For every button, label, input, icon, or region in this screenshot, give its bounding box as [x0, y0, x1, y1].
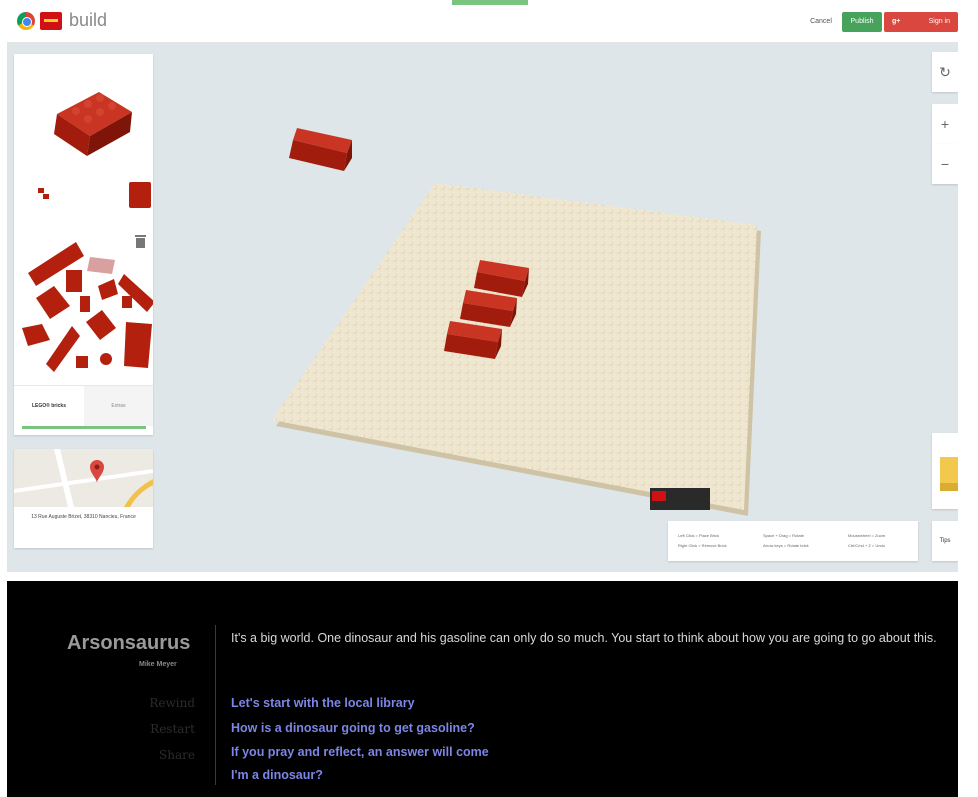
color-swatch[interactable]: [129, 182, 151, 208]
brick-shape[interactable]: [100, 353, 112, 365]
text-adventure: Arsonsaurus Mike Meyer Rewind Restart Sh…: [7, 581, 958, 797]
brick-shape[interactable]: [46, 326, 80, 372]
palette-tabs: LEGO® bricks Extras: [14, 385, 153, 426]
choice-link[interactable]: I'm a dinosaur?: [231, 768, 323, 782]
divider: [215, 625, 216, 785]
brick-shape[interactable]: [80, 296, 90, 312]
brick-palette: LEGO® bricks Extras: [14, 54, 153, 435]
choice-link[interactable]: How is a dinosaur going to get gasoline?: [231, 721, 475, 735]
preview-brick-icon: [940, 457, 958, 491]
palette-bricks: [22, 92, 153, 372]
app-title: build: [69, 10, 108, 30]
rewind-link[interactable]: Rewind: [149, 696, 195, 710]
baseplate[interactable]: [272, 183, 761, 516]
story-author: Mike Meyer: [139, 661, 177, 668]
zoom-in-button[interactable]: +: [932, 104, 958, 144]
help-text: Arrow keys = Rotate brick: [763, 543, 809, 548]
help-text: Right Click = Remove Brick: [678, 543, 727, 548]
share-link[interactable]: Share: [159, 748, 195, 762]
zoom-out-button[interactable]: −: [932, 144, 958, 184]
top-bar: build Cancel Publish g+ Sign in: [7, 0, 958, 43]
help-text: Space + Drag = Rotate: [763, 533, 804, 538]
choice-link[interactable]: Let's start with the local library: [231, 696, 415, 710]
selected-brick-preview: [54, 92, 132, 156]
choice-link[interactable]: If you pray and reflect, an answer will …: [231, 745, 489, 759]
reset-view-button[interactable]: ↻: [932, 52, 958, 92]
rotate-brick-icon[interactable]: [38, 188, 49, 199]
tab-extras[interactable]: Extras: [84, 386, 153, 426]
tab-lego-bricks[interactable]: LEGO® bricks: [14, 386, 84, 426]
publish-button[interactable]: Publish: [842, 12, 882, 32]
location-card[interactable]: 13 Rue Auguste Brizet, 38310 Nancieu, Fr…: [14, 449, 153, 548]
location-address: 13 Rue Auguste Brizet, 38310 Nancieu, Fr…: [31, 514, 136, 520]
trash-icon[interactable]: [135, 235, 146, 248]
brick-shape[interactable]: [22, 324, 50, 346]
floating-brick[interactable]: [289, 128, 352, 171]
brick-shape[interactable]: [87, 257, 115, 274]
brick-shape[interactable]: [124, 322, 152, 368]
restart-link[interactable]: Restart: [150, 722, 195, 736]
controls-help-panel: Left Click = Place Brick Right Click = R…: [668, 521, 918, 561]
loading-indicator: [452, 0, 528, 5]
side-preview-panel[interactable]: [932, 433, 958, 509]
location-map[interactable]: [14, 449, 153, 507]
google-plus-icon: g+: [892, 18, 901, 25]
brick-shape[interactable]: [76, 356, 88, 368]
brick-shape[interactable]: [122, 296, 132, 308]
brick-shape[interactable]: [98, 279, 118, 300]
story-passage: It's a big world. One dinosaur and his g…: [231, 631, 937, 645]
story-title: Arsonsaurus: [67, 632, 191, 654]
sign-in-label: Sign in: [928, 18, 950, 25]
help-text: Left Click = Place Brick: [678, 533, 720, 538]
lego-build-app: build Cancel Publish g+ Sign in LEGO® br…: [7, 0, 958, 572]
brick-shape[interactable]: [66, 270, 82, 292]
tips-button[interactable]: Tips: [932, 521, 958, 561]
help-text: Mousewheel = Zoom: [848, 533, 886, 538]
help-text: Ctrl/Cmd + Z = Undo: [848, 543, 885, 548]
sign-in-button[interactable]: g+ Sign in: [884, 12, 958, 32]
brick-shape[interactable]: [36, 286, 70, 319]
cancel-button[interactable]: Cancel: [804, 14, 838, 30]
brick-shape[interactable]: [86, 310, 116, 340]
chrome-logo-icon: [17, 12, 35, 30]
lego-logo-icon: [40, 12, 62, 30]
baseplate-logo-tag: [650, 488, 710, 510]
palette-progress-bar: [22, 426, 146, 429]
